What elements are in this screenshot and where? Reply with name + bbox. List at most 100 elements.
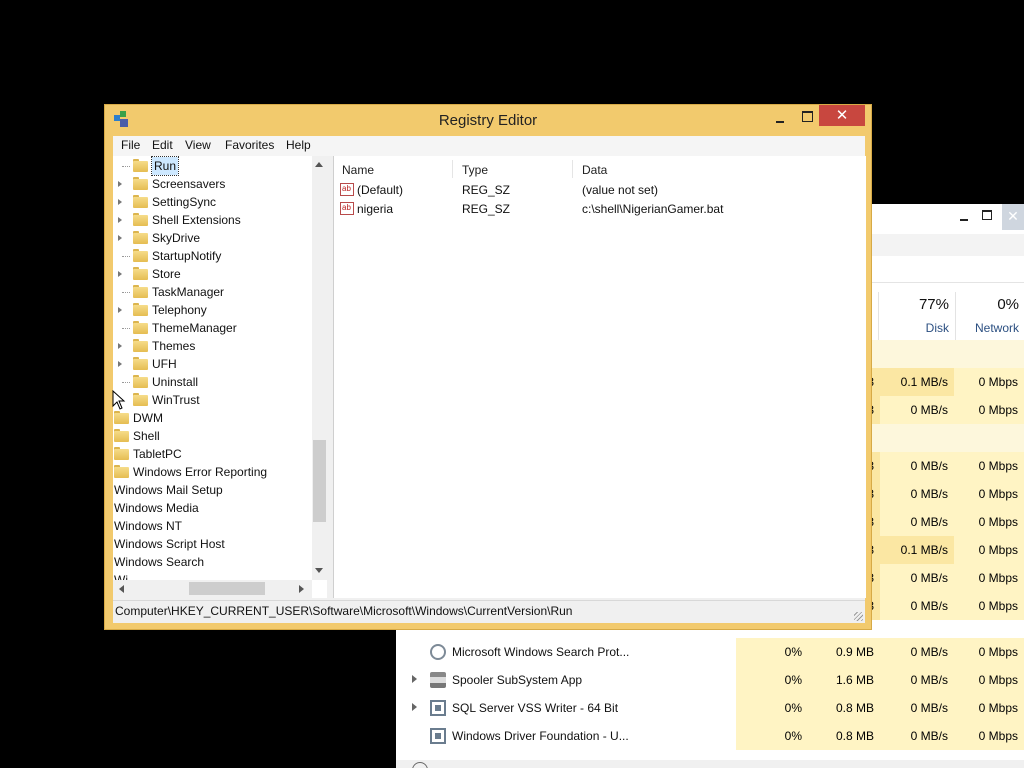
folder-icon — [133, 159, 148, 172]
network-label: Network — [974, 321, 1019, 335]
expand-arrow-icon[interactable] — [118, 181, 122, 187]
network-cell: 0 Mbps — [954, 480, 1024, 508]
expand-arrow-icon[interactable] — [412, 675, 417, 683]
user-icon — [430, 644, 446, 660]
tree-item-label: Run — [150, 156, 180, 176]
maximize-button[interactable] — [982, 210, 992, 220]
string-value-icon: ab — [340, 183, 354, 196]
expand-arrow-icon[interactable] — [118, 343, 122, 349]
network-cell: 0 Mbps — [954, 536, 1024, 564]
menu-favorites[interactable]: Favorites — [225, 138, 274, 152]
expand-arrow-icon[interactable] — [118, 217, 122, 223]
tree-item-label: TabletPC — [133, 447, 182, 461]
column-header-network[interactable]: 0% Network — [955, 292, 1024, 340]
tree-item-label: ThemeManager — [152, 321, 237, 335]
scroll-up-icon[interactable] — [315, 162, 323, 167]
minimize-button[interactable] — [773, 111, 789, 127]
disk-cell: 0.1 MB/s — [880, 368, 954, 396]
registry-editor-titlebar[interactable]: Registry Editor ✕ — [105, 105, 871, 135]
process-name: SQL Server VSS Writer - 64 Bit — [452, 701, 619, 715]
expand-arrow-icon[interactable] — [118, 307, 122, 313]
folder-icon — [133, 285, 148, 298]
folder-icon — [133, 303, 148, 316]
disk-cell: 0 MB/s — [880, 480, 954, 508]
cpu-cell: 0% — [736, 722, 808, 750]
values-list[interactable]: Name Type Data ab (Default) REG_SZ (value n… — [333, 156, 866, 598]
tree-item-label: Windows Search — [114, 555, 205, 569]
value-type: REG_SZ — [462, 183, 511, 197]
list-item[interactable]: ab nigeria REG_SZ c:\shell\NigerianGamer.ba… — [334, 200, 866, 219]
folder-icon — [133, 375, 148, 388]
process-name: Windows Driver Foundation - U... — [452, 729, 629, 743]
resize-grip-icon[interactable] — [854, 612, 863, 621]
value-data: (value not set) — [582, 183, 659, 197]
tree-item-label: SkyDrive — [152, 231, 201, 245]
column-header-disk[interactable]: 77% Disk — [878, 292, 955, 340]
values-list-header: Name Type Data — [334, 158, 866, 180]
folder-icon — [133, 339, 148, 352]
registry-editor-window: Registry Editor ✕ File Edit View Favorit… — [104, 104, 872, 630]
expand-arrow-icon[interactable] — [118, 271, 122, 277]
tree-connector — [122, 166, 130, 167]
mem-cell: 0.8 MB — [808, 722, 880, 750]
network-cell: 0 Mbps — [954, 368, 1024, 396]
mem-cell: 0.8 MB — [808, 694, 880, 722]
menu-help[interactable]: Help — [286, 138, 311, 152]
tree-item-label: Store — [152, 267, 181, 281]
scroll-right-icon[interactable] — [299, 585, 304, 593]
mouse-cursor-icon — [112, 389, 126, 413]
expand-arrow-icon[interactable] — [118, 199, 122, 205]
folder-icon — [114, 429, 129, 442]
tree-item-label: Windows Script Host — [114, 537, 225, 551]
tree-item-label: Shell Extensions — [152, 213, 241, 227]
tree-connector — [122, 256, 130, 257]
task-manager-footer — [396, 760, 1024, 768]
tree-item-label: Uninstall — [152, 375, 199, 389]
scroll-thumb[interactable] — [313, 440, 326, 522]
close-button[interactable]: ✕ — [1002, 204, 1024, 230]
mem-cell: 1.6 MB — [808, 666, 880, 694]
net-cell: 0 Mbps — [954, 694, 1024, 722]
expand-arrow-icon[interactable] — [412, 703, 417, 711]
column-header-name[interactable]: Name — [342, 163, 374, 177]
column-header-data[interactable]: Data — [582, 163, 607, 177]
table-row[interactable]: Spooler SubSystem App 0% 1.6 MB 0 MB/s 0 Mbp… — [396, 666, 1024, 694]
cpu-cell: 0% — [736, 666, 808, 694]
tree-item-label: Telephony — [152, 303, 207, 317]
tree-horizontal-scrollbar[interactable] — [113, 580, 312, 598]
table-row[interactable]: Windows Driver Foundation - U... 0% 0.8 MB… — [396, 722, 1024, 750]
scroll-left-icon[interactable] — [119, 585, 124, 593]
menu-file[interactable]: File — [121, 138, 140, 152]
list-item[interactable]: ab (Default) REG_SZ (value not set) — [334, 181, 866, 200]
disk-percent: 77% — [918, 296, 949, 313]
tree-item-label: Themes — [152, 339, 196, 353]
folder-icon — [133, 213, 148, 226]
tree-item-label: Windows NT — [114, 519, 183, 533]
column-header-type[interactable]: Type — [462, 163, 488, 177]
table-row[interactable]: Microsoft Windows Search Prot... 0% 0.9 MB… — [396, 638, 1024, 666]
value-data: c:\shell\NigerianGamer.bat — [582, 202, 724, 216]
process-name: Microsoft Windows Search Prot... — [452, 645, 630, 659]
scroll-down-icon[interactable] — [315, 568, 323, 573]
tree-vertical-scrollbar[interactable] — [312, 156, 327, 580]
network-cell: 0 Mbps — [954, 452, 1024, 480]
tree-item-label: TaskManager — [152, 285, 225, 299]
maximize-button[interactable] — [802, 111, 813, 122]
tree-item-label: Screensavers — [152, 177, 226, 191]
menu-edit[interactable]: Edit — [152, 138, 173, 152]
table-row[interactable]: SQL Server VSS Writer - 64 Bit 0% 0.8 MB 0 … — [396, 694, 1024, 722]
registry-tree[interactable]: Run Screensavers SettingSync Shell Extensio… — [113, 156, 327, 598]
close-button[interactable]: ✕ — [819, 105, 865, 126]
tree-connector — [122, 292, 130, 293]
menu-view[interactable]: View — [185, 138, 211, 152]
scroll-thumb[interactable] — [189, 582, 265, 595]
net-cell: 0 Mbps — [954, 638, 1024, 666]
minimize-button[interactable] — [958, 208, 972, 224]
expand-arrow-icon[interactable] — [118, 361, 122, 367]
fewer-details-icon[interactable] — [412, 762, 428, 768]
folder-icon — [133, 267, 148, 280]
expand-arrow-icon[interactable] — [118, 235, 122, 241]
network-cell: 0 Mbps — [954, 592, 1024, 620]
tree-item-label: StartupNotify — [152, 249, 222, 263]
tree-connector — [122, 328, 130, 329]
